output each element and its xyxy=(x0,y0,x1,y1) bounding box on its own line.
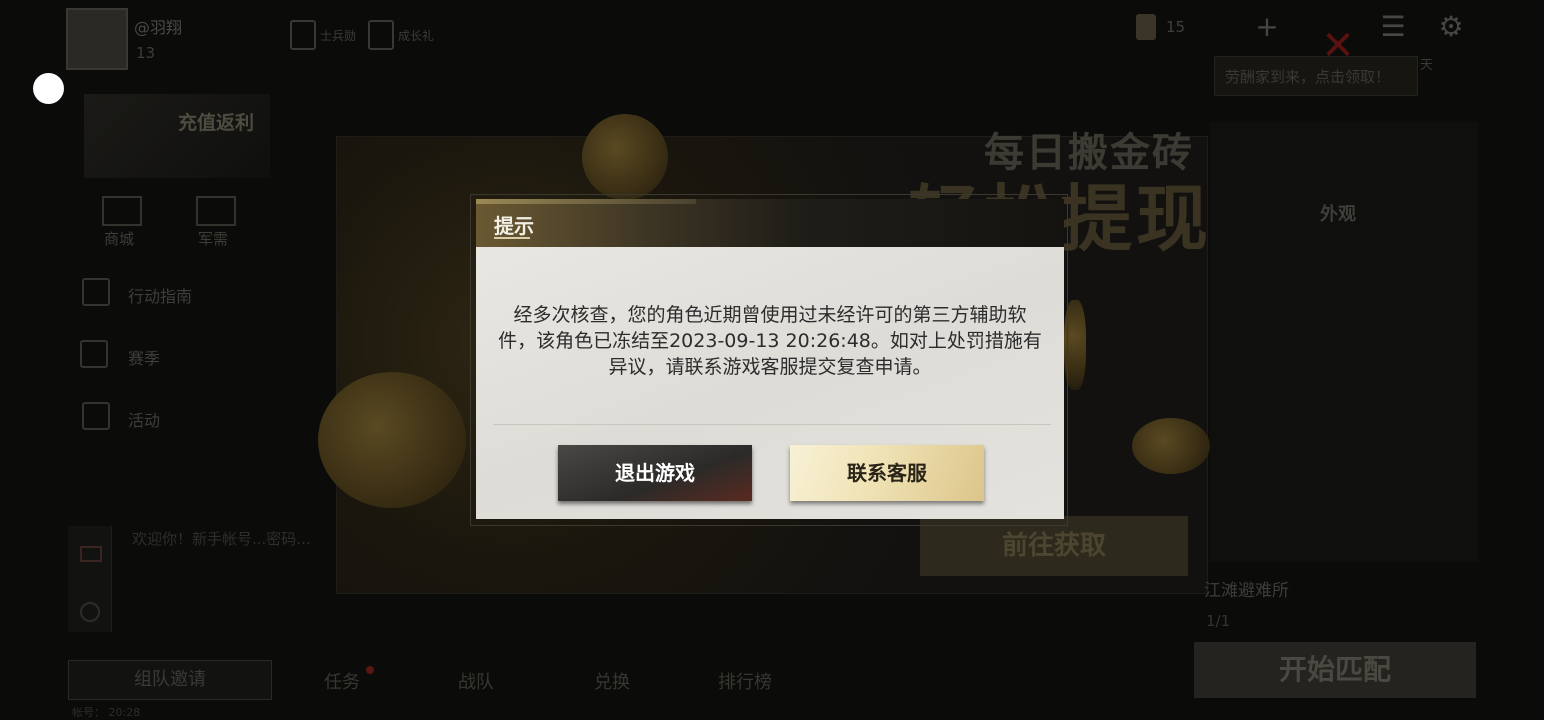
notice-strip[interactable]: 劳酬家到来，点击领取！ xyxy=(1214,56,1418,96)
map-player-count: 1/1 xyxy=(1206,612,1231,630)
character-panel xyxy=(1210,122,1478,562)
gift-box-icon xyxy=(368,20,394,50)
contact-support-button[interactable]: 联系客服 xyxy=(790,445,984,501)
chat-line[interactable]: 欢迎你！新手帐号...密码... xyxy=(132,528,311,549)
coin-image xyxy=(318,372,466,508)
player-name: @羽翔 xyxy=(134,18,183,37)
tab-team[interactable]: 战队 xyxy=(458,668,494,694)
side-menu-event[interactable]: 活动 xyxy=(128,407,160,431)
map-name[interactable]: 江滩避难所 xyxy=(1204,576,1289,601)
guide-icon[interactable] xyxy=(82,278,110,306)
modal-header xyxy=(476,199,1064,247)
tab-ranking[interactable]: 排行榜 xyxy=(718,668,772,694)
currency-value: 15 xyxy=(1166,18,1186,36)
shop-label: 商城 xyxy=(104,230,135,248)
side-menu-guide[interactable]: 行动指南 xyxy=(128,283,192,307)
mail-icon[interactable] xyxy=(80,546,102,562)
account-info: 帐号： 20:28 xyxy=(72,706,141,719)
currency-icon xyxy=(1136,14,1156,40)
player-level: 13 xyxy=(136,44,156,62)
plus-icon[interactable]: + xyxy=(1252,12,1282,42)
tab-exchange[interactable]: 兑换 xyxy=(594,668,630,694)
team-invite-button[interactable]: 组队邀请 xyxy=(68,660,272,700)
recharge-banner[interactable] xyxy=(84,94,270,178)
side-menu-season[interactable]: 赛季 xyxy=(128,345,160,369)
top-item-soldier[interactable]: 士兵勋 xyxy=(290,18,356,52)
modal-header-accent xyxy=(476,199,696,204)
season-icon[interactable] xyxy=(80,340,108,368)
gear-icon[interactable]: ⚙ xyxy=(1436,12,1466,42)
tab-label: 任务 xyxy=(324,672,360,693)
touch-indicator xyxy=(33,73,64,104)
modal-title: 提示 xyxy=(494,214,534,238)
coin-image xyxy=(1132,418,1210,474)
modal-title-underline xyxy=(494,237,530,239)
event-gift-icon[interactable] xyxy=(82,402,110,430)
recharge-label: 充值返利 xyxy=(178,112,255,134)
supply-icon[interactable] xyxy=(196,196,236,226)
tab-tasks[interactable]: 任务 xyxy=(324,666,374,694)
modal-divider xyxy=(493,424,1051,425)
start-match-button[interactable]: 开始匹配 xyxy=(1194,642,1476,698)
friends-icon[interactable] xyxy=(80,602,100,622)
notice-tail: 天 xyxy=(1420,58,1434,73)
top-item-label: 成长礼 xyxy=(398,28,435,43)
outfit-button[interactable]: 外观 xyxy=(1320,200,1356,226)
coin-image xyxy=(582,114,668,200)
notification-dot xyxy=(366,666,374,674)
modal-message: 经多次核查，您的角色近期曾使用过未经许可的第三方辅助软件，该角色已冻结至2023… xyxy=(498,304,1042,378)
list-icon[interactable]: ☰ xyxy=(1378,12,1408,42)
badge-icon xyxy=(290,20,316,50)
top-item-label: 士兵勋 xyxy=(320,28,357,43)
currency-display: 15 xyxy=(1136,14,1185,40)
player-avatar[interactable] xyxy=(66,8,128,70)
shop-icon[interactable] xyxy=(102,196,142,226)
top-item-growth[interactable]: 成长礼 xyxy=(368,18,434,52)
exit-game-button[interactable]: 退出游戏 xyxy=(558,445,752,501)
supply-label: 军需 xyxy=(198,230,229,248)
